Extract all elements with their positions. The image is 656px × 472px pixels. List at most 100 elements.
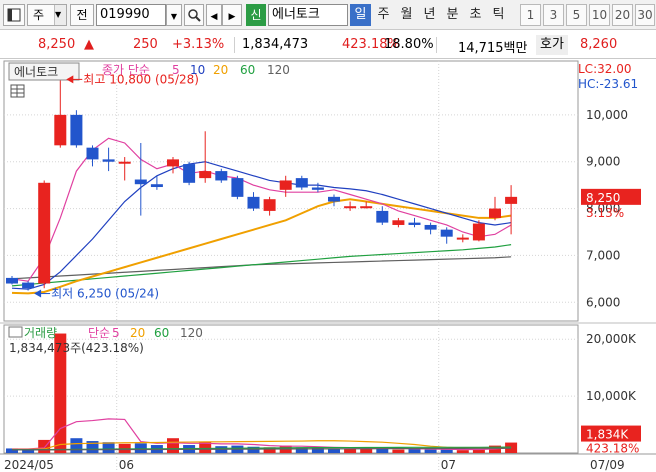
chart-toolbar: 주 ▼ 전 019990 ▼ ◀ ▶ 신 에너토크 일주월년분초틱 1 3 5 10 2… (0, 0, 656, 30)
price-axis-tick: 6,000 (586, 295, 620, 309)
price-axis-tick: 9,000 (586, 155, 620, 169)
current-volume-tag-label: 1,834K (586, 428, 629, 442)
code-type-value: 전 (76, 8, 88, 22)
hoga-label: 호가 (536, 35, 568, 55)
period-tab[interactable]: 년 (419, 4, 440, 26)
volume-info: 1,834,473주(423.18%) (9, 341, 144, 355)
volume-axis-tick: 20,000K (586, 332, 637, 346)
x-axis-label: 07 (441, 458, 456, 472)
trade-amount: 14,715백만 (458, 41, 528, 56)
current-price-tag-pct: 3.13% (586, 206, 624, 220)
volume-legend-prefix: 단순 (88, 326, 110, 340)
candle-body (167, 159, 179, 167)
volume-bar (360, 449, 373, 453)
candle-body (376, 210, 389, 223)
market-select[interactable]: 주 ▼ (27, 4, 67, 26)
window-icon (7, 8, 21, 22)
code-dropdown-button[interactable]: ▼ (166, 4, 182, 26)
candle-body (150, 184, 163, 188)
interval-button[interactable]: 30 (635, 4, 655, 26)
quote-bar: 8,250 ▲ 250 +3.13% 1,834,473 423.18% 18.… (0, 31, 656, 59)
candle-body (472, 223, 485, 241)
period-tab[interactable]: 분 (442, 4, 463, 26)
search-icon (188, 9, 201, 22)
next-stock-button[interactable]: ▶ (222, 4, 242, 26)
interval-button[interactable]: 3 (543, 4, 564, 26)
candle-body (424, 224, 437, 230)
price-change-pct: +3.13% (172, 37, 225, 52)
turnover-rate: 18.80% (384, 37, 434, 52)
volume-legend-period: 5 (112, 326, 120, 340)
x-axis-label: 2024/05 (4, 458, 54, 472)
stock-code-input[interactable]: 019990 (96, 4, 166, 26)
chevron-down-icon: ▼ (170, 12, 178, 21)
window-menu-button[interactable] (3, 4, 25, 26)
price-axis-tick: 7,000 (586, 248, 620, 262)
volume-bar (392, 449, 405, 453)
x-axis-label: 06 (119, 458, 134, 472)
period-tab[interactable]: 초 (465, 4, 486, 26)
period-tab[interactable]: 주 (373, 4, 394, 26)
volume-bar (102, 442, 115, 453)
candle-body (86, 147, 99, 160)
search-button[interactable] (184, 4, 204, 26)
volume-bar (70, 438, 83, 453)
volume-legend-period: 20 (130, 326, 145, 340)
interval-button[interactable]: 5 (566, 4, 587, 26)
hoga-price: 8,260 (580, 37, 618, 52)
stock-name-legend: 에너토크 (14, 65, 58, 79)
interval-button[interactable]: 1 (520, 4, 541, 26)
candle-body (505, 196, 518, 204)
candle-body (392, 220, 405, 225)
stock-chart[interactable]: 10,000 9,000 8,000 7,000 6,000 20,000K 10,000K… (0, 59, 656, 472)
candle-body (70, 114, 83, 146)
date-label: 07/09 (590, 458, 625, 472)
chevron-right-icon: ▶ (228, 12, 236, 22)
volume-bar (38, 439, 51, 453)
market-select-value: 주 (33, 8, 45, 22)
volume-bar (424, 449, 437, 453)
chart-canvas[interactable]: 10,0009,0008,0007,0006,00020,000K10,000K… (0, 59, 656, 472)
volume-legend-box (8, 326, 23, 338)
candle-body (263, 199, 276, 211)
candle-body (489, 208, 501, 218)
period-tab[interactable]: 월 (396, 4, 417, 26)
volume-legend-period: 60 (154, 326, 169, 340)
price-axis-tick: 10,000 (586, 108, 628, 122)
ma-legend-period: 120 (267, 63, 290, 77)
volume-bar (456, 450, 469, 453)
period-tab[interactable]: 틱 (488, 4, 509, 26)
low-annotation: 최저 6,250 (05/24) (51, 287, 159, 301)
volume-bar (440, 449, 453, 453)
lc-value: LC:32.00 (578, 62, 631, 76)
volume-bar (344, 449, 357, 453)
candle-body (215, 171, 228, 181)
candle-body (199, 171, 212, 179)
current-price-tag-label: 8,250 (586, 191, 620, 205)
interval-button[interactable]: 20 (612, 4, 633, 26)
candle-body (54, 114, 67, 146)
candle-body (183, 164, 196, 183)
interval-button[interactable]: 10 (589, 4, 610, 26)
current-volume-tag-pct: 423.18% (586, 442, 639, 456)
price-panel-frame (3, 60, 579, 322)
trade-volume: 1,834,473 (242, 37, 309, 52)
current-price: 8,250 (38, 37, 76, 52)
prev-stock-button[interactable]: ◀ (206, 4, 222, 26)
candle-body (408, 222, 421, 225)
high-annotation: 최고 10,800 (05/28) (83, 72, 199, 86)
period-tab[interactable]: 일 (350, 4, 371, 26)
candle-body (247, 196, 260, 209)
candle-body (328, 196, 340, 202)
code-type-select[interactable]: 전 (70, 4, 94, 26)
ma-legend-period: 20 (213, 63, 228, 77)
candle-body (456, 237, 469, 240)
candle-body (279, 180, 292, 190)
candle-body (38, 182, 51, 284)
candle-body (231, 178, 244, 197)
stock-name-field[interactable]: 에너토크 (268, 4, 348, 26)
hc-value: HC:-23.61 (578, 77, 638, 91)
candle-body (311, 187, 324, 190)
candle-body (440, 229, 453, 237)
ma-legend-period: 60 (240, 63, 255, 77)
